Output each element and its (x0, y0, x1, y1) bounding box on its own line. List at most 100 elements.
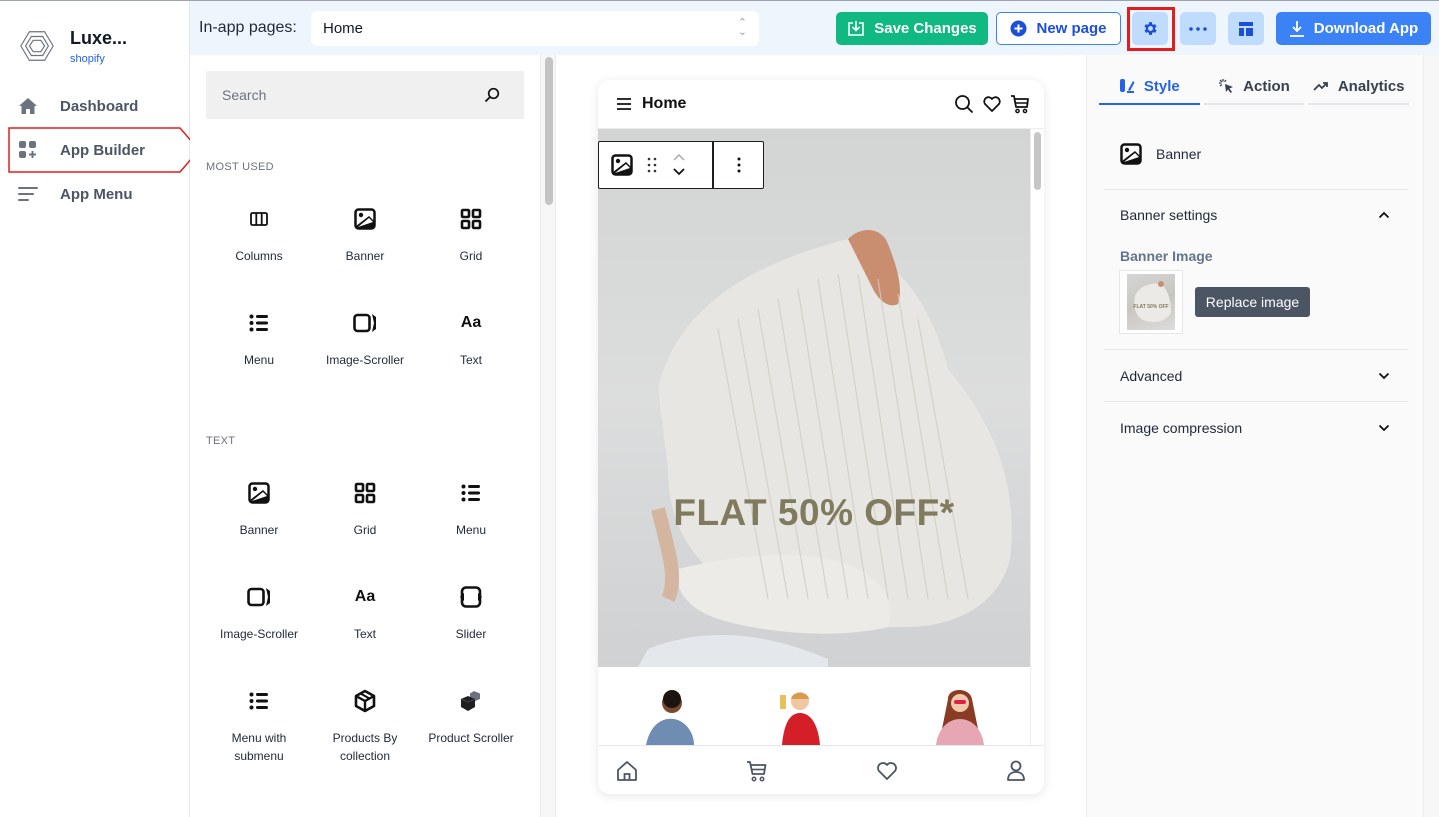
component-search-input[interactable]: Search (206, 71, 524, 119)
banner-block[interactable]: FLAT 50% OFF* (598, 129, 1030, 667)
wishlist-tab-icon[interactable] (876, 760, 898, 782)
components-scrollbar[interactable] (540, 55, 556, 817)
chevron-up-icon (1378, 211, 1390, 219)
component-tile-banner[interactable]: Banner (206, 459, 312, 563)
component-label: Product Scroller (428, 731, 514, 745)
cart-icon[interactable] (1010, 94, 1030, 114)
component-tile-columns[interactable]: Columns (206, 185, 312, 289)
tab-label: Analytics (1337, 77, 1405, 95)
heart-icon[interactable] (982, 94, 1002, 114)
component-label: Image-Scroller (219, 627, 299, 641)
category-image-women[interactable] (930, 689, 990, 745)
component-tile-image-scroller[interactable]: Image-Scroller (206, 563, 312, 667)
banner-sweater-image (638, 229, 1012, 667)
settings-scrollbar-track[interactable] (1423, 55, 1439, 817)
left-nav: Luxe... shopify Dashboard App Builder Ap… (0, 1, 200, 817)
component-tile-product-scroller[interactable]: Product Scroller (418, 667, 524, 771)
nav-item-label: App Menu (60, 185, 133, 203)
save-changes-button[interactable]: Save Changes (836, 12, 988, 45)
preview-canvas: Home FLAT 50% OFF* (556, 55, 1087, 817)
search-placeholder: Search (222, 87, 267, 103)
text-section-grid: Banner Grid Menu Image-Scroller Aa Text … (206, 459, 524, 771)
image-icon (354, 207, 376, 231)
phone-preview: Home FLAT 50% OFF* (598, 80, 1044, 794)
tab-analytics[interactable]: Analytics (1308, 69, 1410, 105)
component-tile-products-by-collection[interactable]: Products By collection (312, 667, 418, 771)
section-title-text: TEXT (206, 435, 236, 447)
advanced-accordion[interactable]: Advanced (1120, 368, 1390, 384)
columns-icon (250, 207, 268, 231)
component-tile-image-scroller[interactable]: Image-Scroller (312, 289, 418, 393)
more-options-button[interactable] (1180, 12, 1216, 45)
nav-item-dashboard[interactable]: Dashboard (10, 84, 186, 128)
home-icon (18, 96, 38, 116)
menu-lines-icon (18, 184, 38, 204)
component-label: Grid (459, 249, 483, 263)
more-vertical-icon[interactable] (737, 157, 741, 173)
selected-block-header: Banner (1120, 143, 1201, 165)
profile-tab-icon[interactable] (1006, 760, 1026, 782)
component-tile-text[interactable]: Aa Text (312, 563, 418, 667)
component-label: Menu with submenu (231, 731, 287, 763)
plus-circle-icon (1010, 20, 1027, 37)
download-app-label: Download App (1313, 20, 1419, 37)
tab-style[interactable]: Style (1099, 69, 1200, 105)
component-tile-menu[interactable]: Menu (206, 289, 312, 393)
home-tab-icon[interactable] (616, 760, 638, 782)
scrollbar-thumb[interactable] (545, 57, 553, 205)
nav-item-app-menu[interactable]: App Menu (10, 172, 186, 216)
search-icon (484, 87, 500, 103)
cart-tab-icon[interactable] (746, 760, 768, 782)
download-icon (1289, 21, 1304, 37)
gear-icon (1143, 22, 1157, 35)
component-tile-menu[interactable]: Menu (418, 459, 524, 563)
top-bar: In-app pages: Home ⌃ ⌄ Save Changes New p… (190, 1, 1439, 55)
replace-image-button[interactable]: Replace image (1195, 287, 1310, 317)
component-tile-menu-with-submenu[interactable]: Menu with submenu (206, 667, 312, 771)
banner-image-thumbnail[interactable]: FLAT 50% OFF (1119, 270, 1183, 334)
image-scroller-icon (353, 311, 377, 335)
text-icon: Aa (354, 588, 376, 605)
app-header: Home (598, 80, 1044, 129)
scrollbar-thumb[interactable] (1034, 132, 1041, 190)
component-label: Grid (353, 523, 377, 537)
search-icon[interactable] (954, 94, 974, 114)
hamburger-icon[interactable] (616, 97, 632, 111)
component-tile-slider[interactable]: Slider (418, 563, 524, 667)
component-tile-grid[interactable]: Grid (418, 185, 524, 289)
accordion-title: Banner settings (1120, 207, 1218, 223)
svg-text:FLAT 50% OFF: FLAT 50% OFF (1133, 304, 1168, 310)
pages-select-value: Home (323, 20, 364, 37)
tab-action[interactable]: Action (1203, 69, 1305, 105)
in-app-pages-select[interactable]: Home ⌃ ⌄ (311, 11, 759, 46)
move-up-down-icon[interactable] (671, 152, 687, 178)
category-image-kids[interactable] (774, 689, 834, 745)
phone-scrollbar[interactable] (1030, 129, 1044, 745)
layout-button[interactable] (1228, 12, 1264, 45)
app-page-title: Home (642, 95, 687, 112)
component-tile-text[interactable]: Aa Text (418, 289, 524, 393)
download-app-button[interactable]: Download App (1276, 12, 1431, 45)
accordion-title: Image compression (1120, 420, 1243, 436)
component-label: Menu (243, 353, 275, 367)
component-tile-grid[interactable]: Grid (312, 459, 418, 563)
banner-image-label: Banner Image (1120, 248, 1213, 264)
image-icon[interactable] (611, 154, 633, 176)
trending-up-icon (1313, 80, 1329, 92)
image-compression-accordion[interactable]: Image compression (1120, 420, 1390, 436)
save-tray-icon (848, 21, 865, 36)
nav-item-app-builder[interactable]: App Builder (10, 128, 186, 172)
banner-headline: FLAT 50% OFF* (673, 492, 955, 533)
text-icon: Aa (460, 314, 482, 331)
banner-settings-accordion[interactable]: Banner settings (1120, 207, 1390, 223)
component-label: Text (459, 353, 482, 367)
list-icon (461, 481, 481, 505)
settings-button[interactable] (1132, 12, 1168, 45)
category-image-men[interactable] (638, 689, 698, 745)
drag-handle-icon[interactable] (647, 157, 657, 173)
new-page-button[interactable]: New page (996, 12, 1121, 45)
image-icon (248, 481, 270, 505)
slider-icon (459, 585, 483, 609)
component-label: Columns (235, 249, 283, 263)
component-tile-banner[interactable]: Banner (312, 185, 418, 289)
